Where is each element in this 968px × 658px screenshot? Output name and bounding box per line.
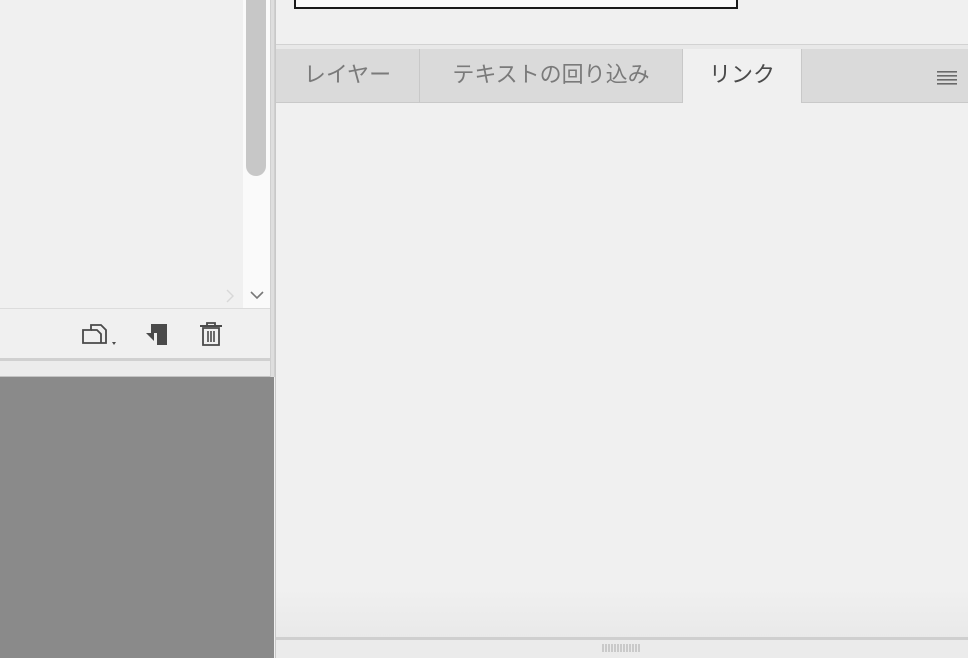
- text-field[interactable]: [294, 0, 738, 9]
- upper-panel: [276, 0, 968, 45]
- links-panel-content: [276, 103, 968, 638]
- vertical-scrollbar[interactable]: [243, 0, 270, 308]
- right-panel: レイヤー テキストの回り込み リンク: [275, 0, 968, 658]
- hamburger-icon[interactable]: [937, 69, 959, 85]
- grip-icon[interactable]: [602, 644, 642, 652]
- scroll-thumb[interactable]: [246, 0, 266, 176]
- new-page-icon: [82, 324, 116, 345]
- duplicate-icon: [146, 324, 167, 345]
- tab-text-wrap[interactable]: テキストの回り込み: [420, 49, 683, 103]
- chevron-down-icon[interactable]: [249, 287, 265, 303]
- panel-resize-bar[interactable]: [276, 637, 968, 658]
- delete-page-button[interactable]: [198, 321, 226, 347]
- pages-list[interactable]: [0, 0, 243, 308]
- pages-toolbar: [0, 308, 270, 359]
- tab-layers[interactable]: レイヤー: [276, 49, 420, 103]
- content-shade: [276, 588, 968, 638]
- trash-icon: [200, 322, 222, 346]
- panel-divider: [0, 361, 270, 377]
- new-page-button[interactable]: [80, 321, 116, 347]
- app-window: レイヤー テキストの回り込み リンク: [0, 0, 968, 658]
- tab-links[interactable]: リンク: [682, 49, 802, 104]
- pasteboard-area[interactable]: [0, 377, 274, 658]
- tab-bar: レイヤー テキストの回り込み リンク: [276, 49, 968, 104]
- chevron-right-icon[interactable]: [223, 289, 237, 303]
- pages-panel: [0, 0, 270, 377]
- duplicate-page-button[interactable]: [143, 321, 171, 347]
